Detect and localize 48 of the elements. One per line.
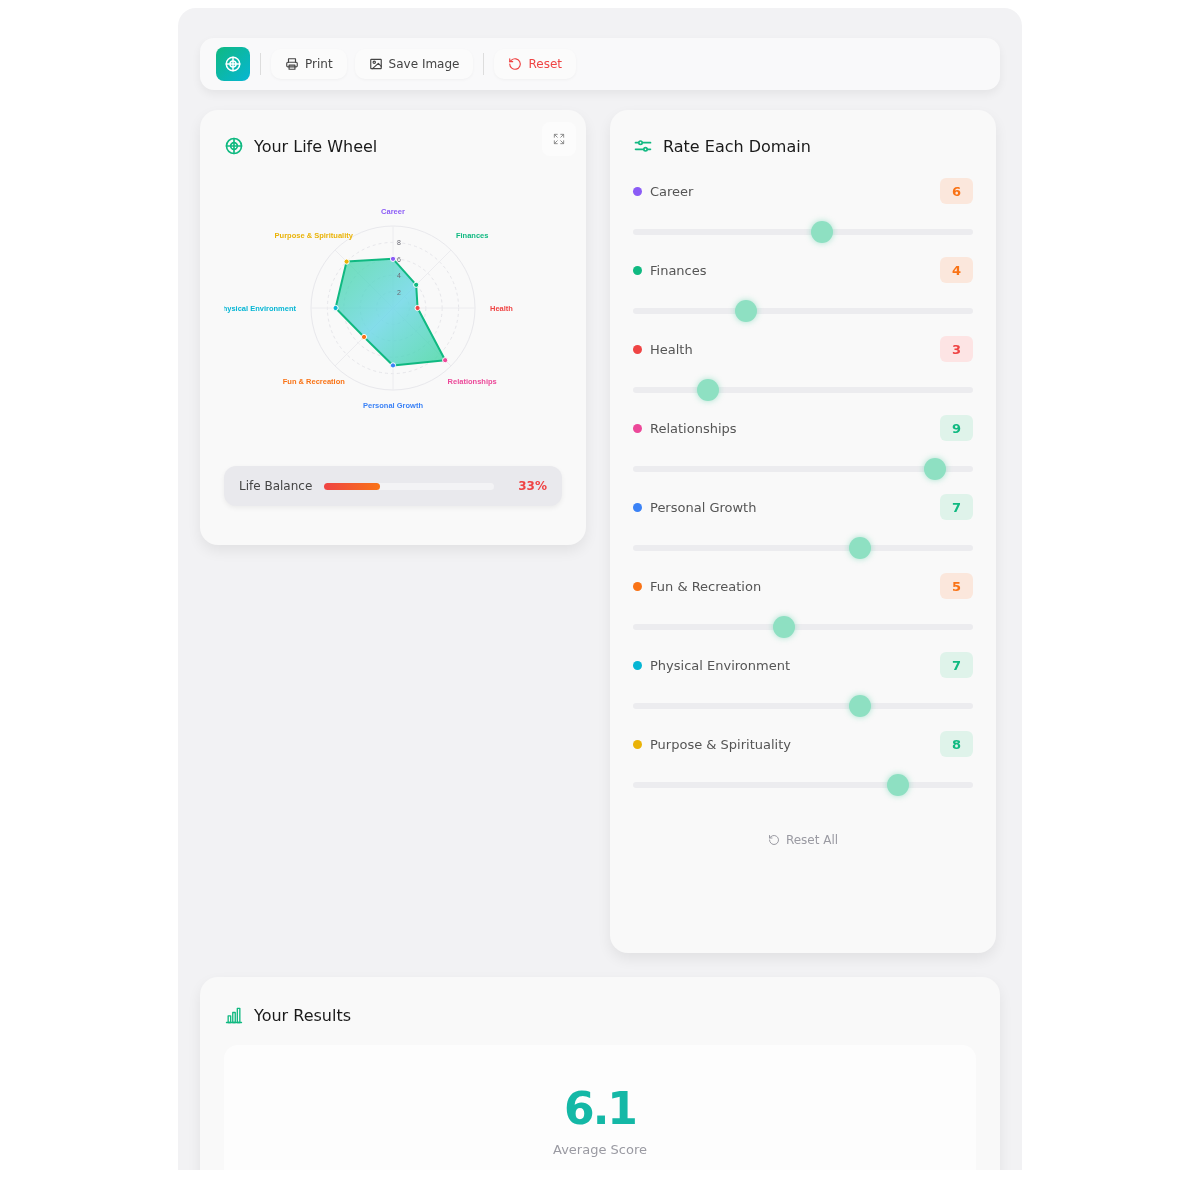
data-point: [413, 281, 420, 288]
undo-icon: [767, 834, 780, 846]
balance-label: Life Balance: [239, 479, 313, 493]
card-title: Your Results: [254, 1005, 351, 1025]
domain-label: Career: [650, 183, 695, 199]
score-badge: 8: [940, 731, 973, 757]
slider-thumb[interactable]: [848, 537, 871, 559]
slider-thumb[interactable]: [735, 300, 758, 322]
domain-label: Relationships: [650, 420, 738, 436]
domain-label: Finances: [650, 262, 708, 278]
reset-button[interactable]: Reset: [494, 49, 576, 79]
domain-label: Purpose & Spirituality: [650, 736, 792, 752]
card-title: Rate Each Domain: [663, 136, 811, 156]
balance-percent: 33%: [518, 479, 547, 493]
slider-thumb[interactable]: [810, 221, 833, 243]
score-badge: 6: [940, 178, 973, 204]
data-point: [442, 357, 449, 364]
slider-thumb[interactable]: [772, 616, 795, 638]
score-badge: 4: [940, 257, 973, 283]
save-image-button[interactable]: Save Image: [354, 49, 474, 79]
domain-label: Health: [650, 341, 694, 357]
score-badge: 5: [940, 573, 973, 599]
data-point: [332, 304, 339, 312]
domain-label: Fun & Recreation: [650, 578, 763, 594]
expand-icon: [552, 132, 566, 146]
score-badge: 3: [940, 336, 973, 362]
card-title: Your Life Wheel: [254, 136, 378, 156]
image-icon: [368, 57, 383, 71]
data-point: [389, 255, 397, 262]
undo-icon: [508, 57, 523, 71]
data-point: [343, 258, 350, 265]
score-badge: 7: [940, 652, 973, 678]
print-button[interactable]: Print: [271, 49, 347, 79]
slider-thumb[interactable]: [697, 379, 720, 401]
average-score: 6.1: [564, 1083, 636, 1134]
bar-chart-icon: [224, 1005, 244, 1025]
score-badge: 7: [940, 494, 973, 520]
data-point: [360, 333, 368, 341]
printer-icon: [285, 57, 299, 71]
slider-thumb[interactable]: [924, 458, 947, 480]
score-badge: 9: [940, 415, 973, 441]
slider-thumb[interactable]: [848, 695, 871, 717]
score-caption: Average Score: [553, 1142, 647, 1157]
slider-thumb[interactable]: [886, 774, 909, 796]
domain-label: Personal Growth: [650, 499, 758, 515]
data-point: [389, 362, 397, 369]
domain-label: Physical Environment: [650, 657, 792, 673]
data-point: [414, 304, 421, 312]
